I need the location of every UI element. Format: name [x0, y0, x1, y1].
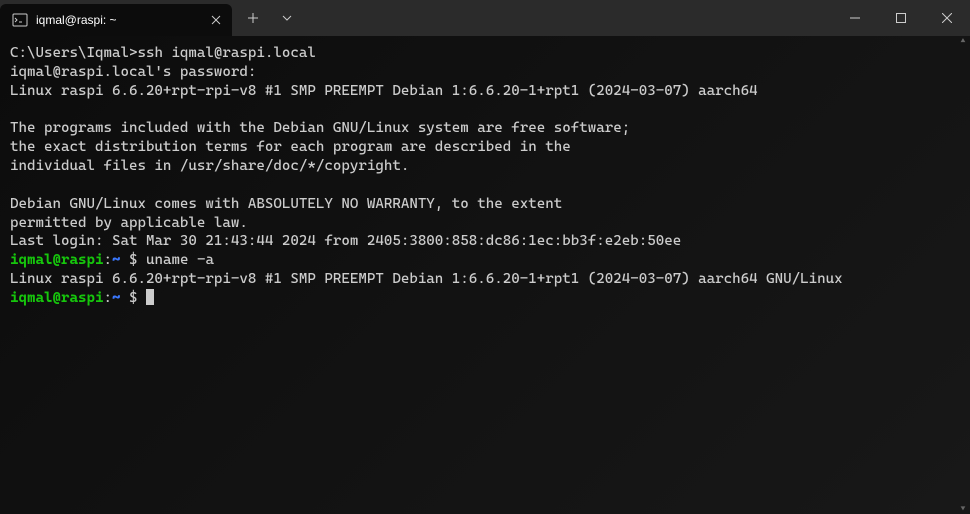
- scrollbar[interactable]: ▲ ▼: [956, 36, 970, 514]
- prompt-symbol: $: [120, 252, 146, 268]
- cursor: [146, 289, 154, 305]
- prompt-userhost: iqmal@raspi: [10, 252, 103, 268]
- window-controls: [832, 0, 970, 36]
- scroll-down-arrow[interactable]: ▼: [958, 504, 968, 514]
- ssh-command: ssh iqmal@raspi.local: [137, 45, 315, 61]
- terminal-area[interactable]: C:\Users\Iqmal>ssh iqmal@raspi.local iqm…: [0, 36, 970, 514]
- password-prompt: iqmal@raspi.local's password:: [10, 64, 256, 80]
- uname-command: uname -a: [146, 252, 214, 268]
- motd-line: The programs included with the Debian GN…: [10, 120, 630, 136]
- prompt-symbol: $: [120, 290, 146, 306]
- motd-line: Debian GNU/Linux comes with ABSOLUTELY N…: [10, 196, 562, 212]
- terminal-tab[interactable]: iqmal@raspi: ~: [0, 4, 232, 36]
- close-button[interactable]: [924, 0, 970, 36]
- last-login: Last login: Sat Mar 30 21:43:44 2024 fro…: [10, 233, 681, 249]
- uname-output: Linux raspi 6.6.20+rpt-rpi-v8 #1 SMP PRE…: [10, 271, 843, 287]
- motd-line: the exact distribution terms for each pr…: [10, 139, 571, 155]
- titlebar: iqmal@raspi: ~: [0, 0, 970, 36]
- new-tab-button[interactable]: [236, 0, 270, 36]
- tab-actions: [232, 0, 304, 36]
- kernel-info: Linux raspi 6.6.20+rpt-rpi-v8 #1 SMP PRE…: [10, 83, 758, 99]
- tab-title: iqmal@raspi: ~: [36, 13, 200, 27]
- maximize-button[interactable]: [878, 0, 924, 36]
- terminal-icon: [12, 12, 28, 28]
- terminal-output: C:\Users\Iqmal>ssh iqmal@raspi.local iqm…: [10, 44, 960, 308]
- tab-close-button[interactable]: [208, 12, 224, 28]
- motd-line: permitted by applicable law.: [10, 215, 248, 231]
- prompt-userhost: iqmal@raspi: [10, 290, 103, 306]
- tab-dropdown-button[interactable]: [270, 0, 304, 36]
- scroll-up-arrow[interactable]: ▲: [958, 36, 968, 46]
- local-prompt: C:\Users\Iqmal>: [10, 45, 137, 61]
- minimize-button[interactable]: [832, 0, 878, 36]
- motd-line: individual files in /usr/share/doc/*/cop…: [10, 158, 409, 174]
- titlebar-drag-area[interactable]: [304, 0, 832, 36]
